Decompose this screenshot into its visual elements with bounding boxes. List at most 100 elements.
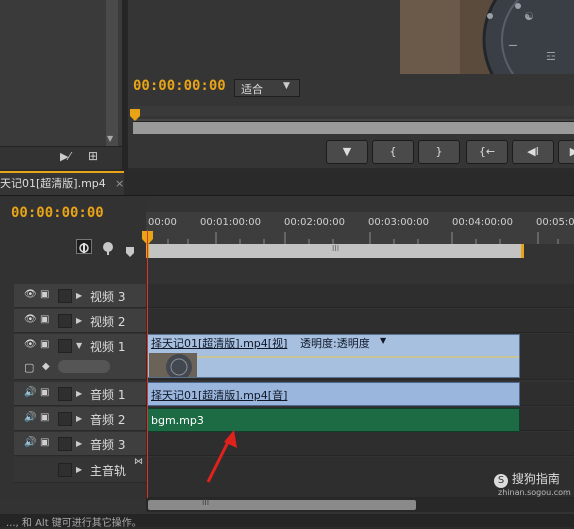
lock-toggle[interactable] xyxy=(58,387,72,401)
marker-settings-icon[interactable] xyxy=(102,240,114,259)
watermark: S 搜狗指南 zhinan.sogou.com xyxy=(494,470,571,497)
opacity-dropdown[interactable]: 透明度:透明度 xyxy=(300,335,370,351)
track-header-audio2[interactable]: 🔊 ▣ ▶ 音频 2 xyxy=(14,407,146,431)
timeline-scroll-thumb[interactable]: III xyxy=(148,498,416,510)
lock-toggle[interactable] xyxy=(58,412,72,426)
monitor-zoom-bar[interactable] xyxy=(133,121,574,134)
sogou-logo-icon: S xyxy=(494,474,508,488)
sync-lock-icon[interactable]: ▣ xyxy=(40,387,49,398)
track-label: 视频 2 xyxy=(90,315,126,329)
film-icon[interactable]: ▣ xyxy=(40,314,49,325)
lock-toggle[interactable] xyxy=(58,339,72,353)
track-area-video2[interactable] xyxy=(146,309,574,333)
video-clip-label: 择天记01[超清版].mp4[视] xyxy=(151,337,288,350)
find-icon[interactable]: ⊞ xyxy=(88,149,98,163)
status-bar: ..., 和 Alt 键可进行其它操作。 xyxy=(0,514,574,529)
track-header-audio1[interactable]: 🔊 ▣ ▶ 音频 1 xyxy=(14,382,146,406)
chevron-down-icon: ▼ xyxy=(283,81,290,91)
track-label: 音频 3 xyxy=(90,438,126,452)
speaker-icon[interactable]: 🔊 xyxy=(24,437,36,448)
audio-clip-label: 择天记01[超清版].mp4[音] xyxy=(151,389,288,402)
video-thumbnail xyxy=(149,353,197,380)
project-scrollbar[interactable]: ▼ xyxy=(106,0,118,148)
audio-clip[interactable]: 择天记01[超清版].mp4[音] xyxy=(147,382,520,406)
expand-track-icon[interactable]: ▶ xyxy=(76,465,82,474)
project-panel-toolbar: ▶⁄ ⊞ xyxy=(0,146,122,169)
close-icon[interactable]: × xyxy=(115,173,124,195)
snap-icon[interactable] xyxy=(76,239,92,254)
tab-sequence-label: 天记01[超清版].mp4 xyxy=(0,177,106,190)
display-style-icon[interactable]: ▢ xyxy=(24,361,34,374)
lock-toggle[interactable] xyxy=(58,314,72,328)
mini-ruler-ticks xyxy=(133,119,574,121)
eye-icon[interactable]: 👁 xyxy=(24,314,37,325)
lock-toggle[interactable] xyxy=(58,289,72,303)
ruler-tick-label: 00:05:0 xyxy=(536,217,574,228)
scroll-down-icon[interactable]: ▼ xyxy=(107,134,113,143)
expand-track-icon[interactable]: ▶ xyxy=(76,316,82,325)
expand-track-icon[interactable]: ▶ xyxy=(76,439,82,448)
mark-out-icon: } xyxy=(435,145,443,158)
sync-lock-icon[interactable]: ▣ xyxy=(40,412,49,423)
lock-toggle[interactable] xyxy=(58,437,72,451)
play-icon: ▶ xyxy=(570,145,574,158)
track-area-video3[interactable] xyxy=(146,284,574,308)
collapse-track-icon[interactable]: ▼ xyxy=(76,341,82,350)
mark-in-icon: { xyxy=(389,145,397,158)
play-button[interactable]: ▶ xyxy=(558,140,574,164)
watermark-brand: 搜狗指南 xyxy=(511,472,560,486)
mark-out-button[interactable]: } xyxy=(418,140,460,164)
track-header-master[interactable]: ▶ 主音轨 ⋈ xyxy=(14,457,146,483)
step-back-icon: ◀I xyxy=(527,145,539,158)
ruler-tick-label: 00:00 xyxy=(148,217,177,228)
expand-track-icon[interactable]: ▶ xyxy=(76,414,82,423)
video-clip[interactable]: 择天记01[超清版].mp4[视] 透明度:透明度 ▼ xyxy=(147,334,520,380)
keyframe-navigator[interactable] xyxy=(58,360,110,373)
marker-icon: ▼ xyxy=(342,145,352,158)
sync-lock-icon[interactable]: ▣ xyxy=(40,437,49,448)
monitor-playhead-icon[interactable] xyxy=(130,106,140,121)
program-timecode[interactable]: 00:00:00:00 xyxy=(133,78,226,94)
track-header-video2[interactable]: 👁 ▣ ▶ 视频 2 xyxy=(14,309,146,333)
watermark-url: zhinan.sogou.com xyxy=(498,488,571,497)
step-back-button[interactable]: ◀I xyxy=(512,140,554,164)
monitor-mini-ruler xyxy=(133,106,574,121)
playhead-line[interactable] xyxy=(147,230,148,498)
time-ruler[interactable]: 00:00 00:01:00:00 00:02:00:00 00:03:00:0… xyxy=(146,212,574,244)
resize-handle-icon[interactable]: ⋈ xyxy=(134,457,143,467)
timeline-timecode[interactable]: 00:00:00:00 xyxy=(11,205,104,221)
bgm-clip[interactable]: bgm.mp3 xyxy=(147,408,520,432)
film-icon[interactable]: ▣ xyxy=(40,289,49,300)
project-panel xyxy=(0,0,122,168)
expand-track-icon[interactable]: ▶ xyxy=(76,291,82,300)
mark-in-button[interactable]: { xyxy=(372,140,414,164)
track-header-audio3[interactable]: 🔊 ▣ ▶ 音频 3 xyxy=(14,432,146,456)
speaker-icon[interactable]: 🔊 xyxy=(24,387,36,398)
fit-dropdown[interactable]: 适合 ▼ xyxy=(234,79,300,97)
work-area-bar[interactable]: III xyxy=(146,244,524,258)
speaker-icon[interactable]: 🔊 xyxy=(24,412,36,423)
video-frame: ☯ ⚊ ☲ xyxy=(400,0,574,74)
film-icon[interactable]: ▣ xyxy=(40,339,49,350)
automate-to-sequence-icon[interactable]: ▶⁄ xyxy=(60,150,70,163)
expand-track-icon[interactable]: ▶ xyxy=(76,389,82,398)
tab-sequence[interactable]: 天记01[超清版].mp4 × xyxy=(0,171,124,195)
eye-icon[interactable]: 👁 xyxy=(24,289,37,300)
set-marker-icon[interactable] xyxy=(126,242,134,261)
track-header-video3[interactable]: 👁 ▣ ▶ 视频 3 xyxy=(14,284,146,308)
fit-dropdown-value: 适合 xyxy=(241,83,263,96)
lock-toggle[interactable] xyxy=(58,463,72,477)
eye-icon[interactable]: 👁 xyxy=(24,339,37,350)
track-label: 主音轨 xyxy=(90,464,127,478)
go-to-in-button[interactable]: {← xyxy=(466,140,508,164)
keyframe-icon[interactable]: ◆ xyxy=(42,361,50,372)
opacity-line[interactable] xyxy=(148,353,519,377)
ruler-tick-label: 00:02:00:00 xyxy=(284,217,346,228)
ruler-tick-label: 00:04:00:00 xyxy=(452,217,514,228)
ruler-tick-label: 00:01:00:00 xyxy=(200,217,262,228)
go-to-in-icon: {← xyxy=(478,145,496,158)
track-label: 音频 2 xyxy=(90,413,126,427)
add-marker-button[interactable]: ▼ xyxy=(326,140,368,164)
chevron-down-icon[interactable]: ▼ xyxy=(380,336,386,345)
track-header-video1[interactable]: 👁 ▣ ▼ 视频 1 ▢ ◆ xyxy=(14,334,146,380)
